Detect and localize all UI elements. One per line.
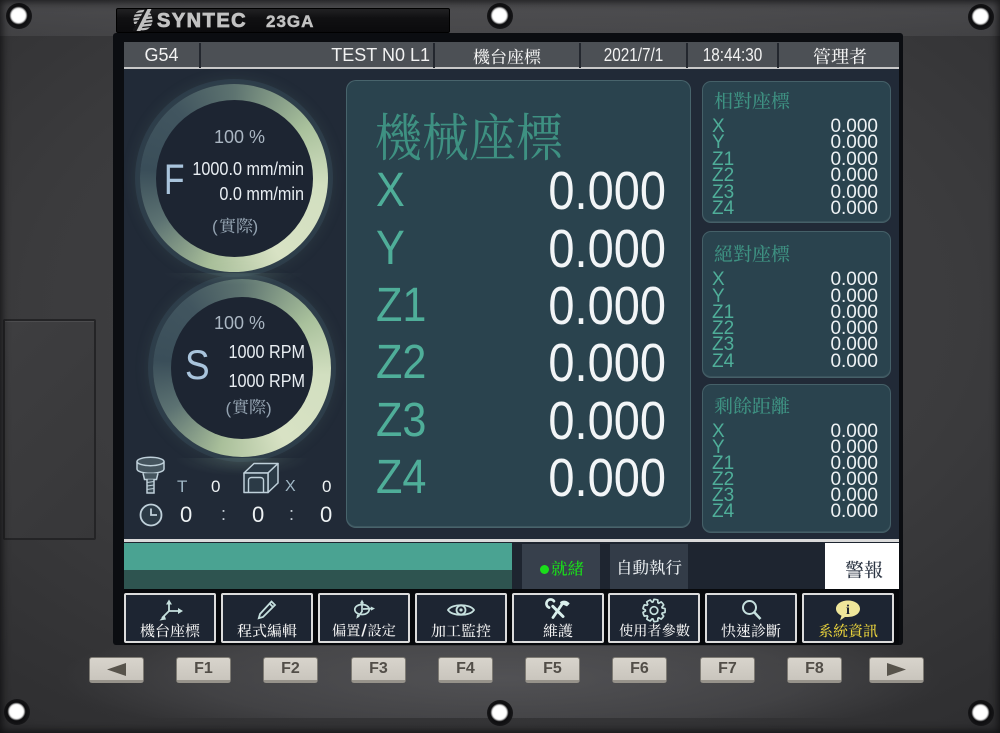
svg-text:i: i: [846, 603, 850, 618]
